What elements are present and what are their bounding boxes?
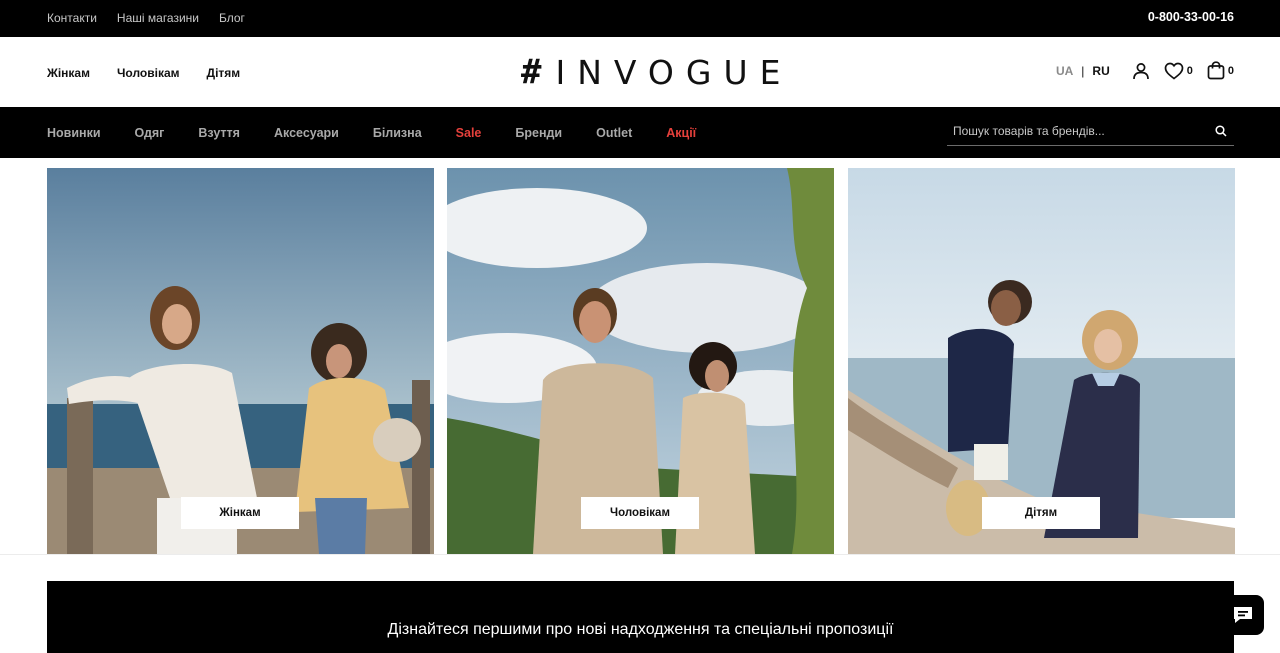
stores-link[interactable]: Наші магазини: [117, 11, 199, 25]
category-nav-items: Новинки Одяг Взуття Аксесуари Білизна Sa…: [47, 126, 730, 140]
user-icon: [1132, 62, 1149, 79]
kids-category-button[interactable]: Дітям: [982, 497, 1100, 529]
chat-button[interactable]: [1222, 595, 1264, 635]
heart-icon: [1164, 62, 1184, 80]
nav-promotions[interactable]: Акції: [666, 126, 696, 140]
men-category-button[interactable]: Чоловікам: [581, 497, 699, 529]
nav-accessories[interactable]: Аксесуари: [274, 126, 339, 140]
logo-hash: #: [521, 52, 542, 92]
utility-links: Контакти Наші магазини Блог: [47, 11, 245, 25]
men-link[interactable]: Чоловікам: [117, 66, 180, 80]
nav-clothing[interactable]: Одяг: [135, 126, 165, 140]
nav-shoes[interactable]: Взуття: [198, 126, 240, 140]
category-card-kids[interactable]: Дітям: [848, 168, 1235, 554]
nav-new[interactable]: Новинки: [47, 126, 101, 140]
newsletter-text: Дізнайтеся першими про нові надходження …: [387, 621, 894, 638]
lang-separator: |: [1081, 63, 1085, 78]
blog-link[interactable]: Блог: [219, 11, 245, 25]
category-card-men[interactable]: Чоловікам: [447, 168, 834, 554]
nav-underwear[interactable]: Білизна: [373, 126, 422, 140]
women-category-button[interactable]: Жінкам: [181, 497, 299, 529]
nav-sale[interactable]: Sale: [456, 126, 482, 140]
wishlist-count: 0: [1186, 64, 1193, 77]
lang-ua-option[interactable]: UA: [1056, 64, 1073, 78]
cart-count: 0: [1227, 64, 1234, 77]
lang-ru-option[interactable]: RU: [1092, 64, 1109, 78]
cart-button[interactable]: 0: [1207, 61, 1234, 80]
search-input[interactable]: [953, 121, 1203, 141]
top-utility-bar: Контакти Наші магазини Блог 0-800-33-00-…: [0, 0, 1280, 37]
main-header: Жінкам Чоловікам Дітям # INVOGUE UA | RU…: [0, 37, 1280, 107]
logo-wordmark: INVOGUE: [555, 52, 793, 92]
search-box: [947, 116, 1234, 146]
nav-brands[interactable]: Бренди: [515, 126, 562, 140]
section-divider: [0, 554, 1280, 555]
kids-link[interactable]: Дітям: [207, 66, 241, 80]
contacts-link[interactable]: Контакти: [47, 11, 97, 25]
header-actions: UA | RU 0 0: [1056, 61, 1234, 80]
bag-icon: [1207, 61, 1225, 80]
phone-number[interactable]: 0-800-33-00-16: [1148, 10, 1234, 24]
gender-nav: Жінкам Чоловікам Дітям: [47, 66, 240, 80]
chat-icon: [1234, 607, 1252, 623]
search-icon[interactable]: [1215, 125, 1227, 137]
nav-outlet[interactable]: Outlet: [596, 126, 632, 140]
women-link[interactable]: Жінкам: [47, 66, 90, 80]
newsletter-banner: Дізнайтеся першими про нові надходження …: [47, 581, 1234, 653]
site-logo[interactable]: # INVOGUE: [521, 52, 793, 92]
category-card-women[interactable]: Жінкам: [47, 168, 434, 554]
wishlist-button[interactable]: 0: [1164, 62, 1193, 80]
account-button[interactable]: [1132, 62, 1150, 80]
